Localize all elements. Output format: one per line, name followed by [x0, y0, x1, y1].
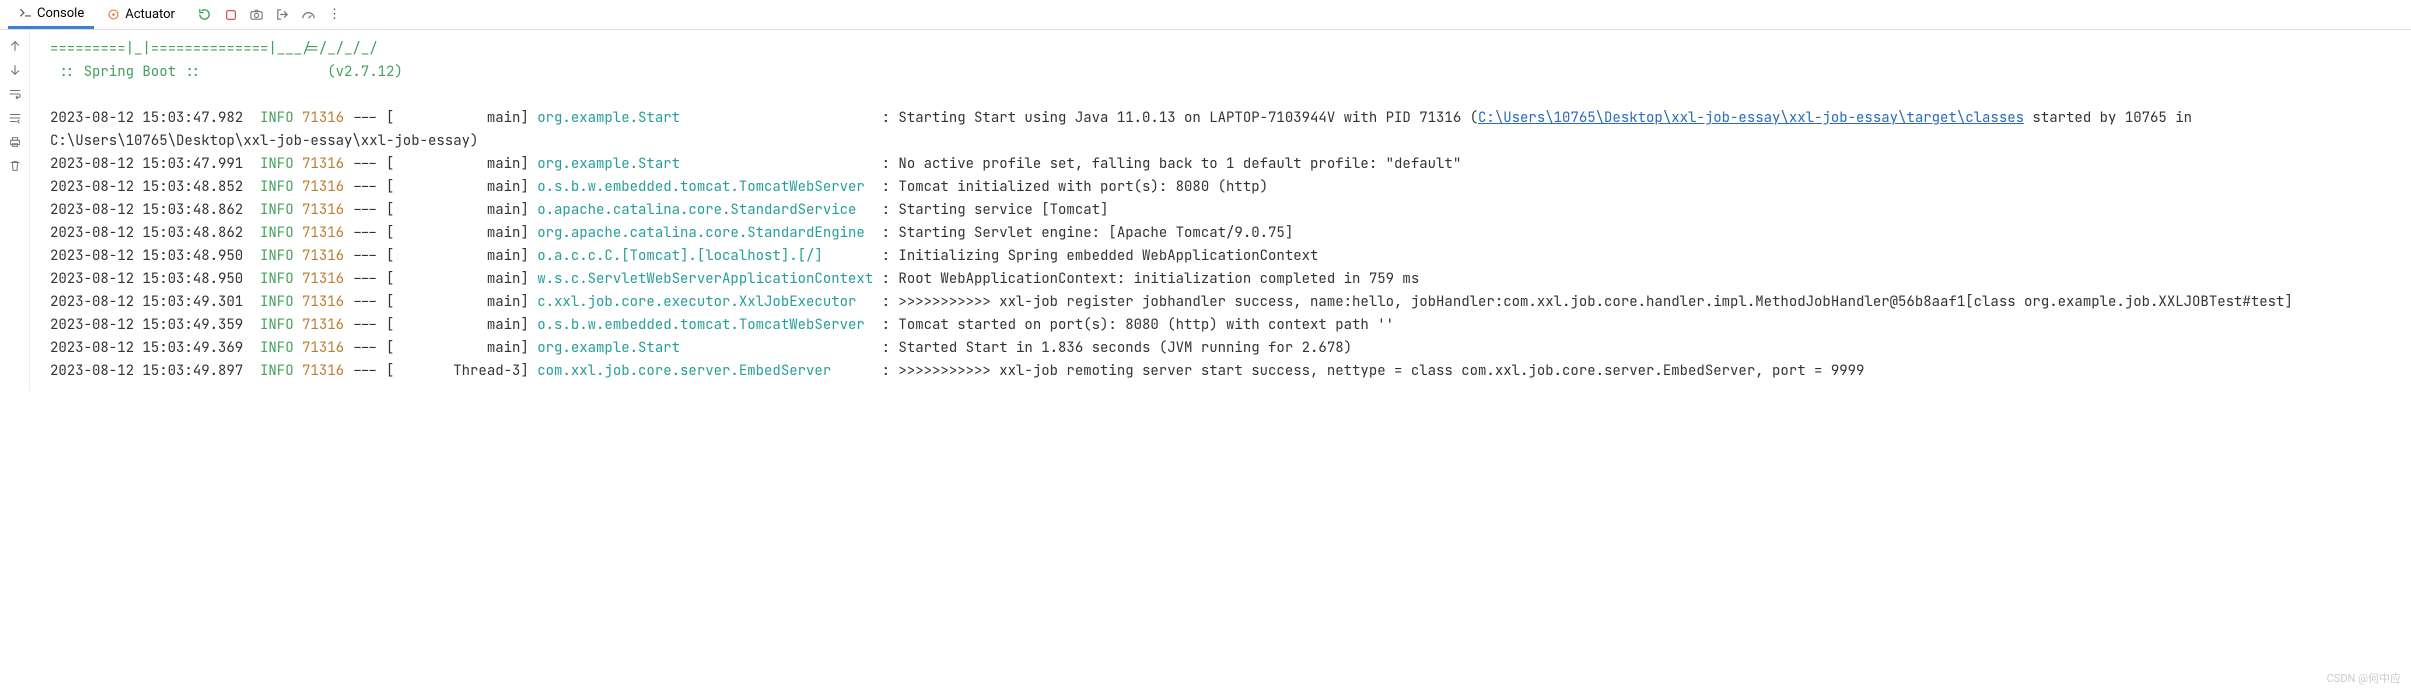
tab-bar: Console Actuator ⋮ — [0, 0, 2411, 30]
tab-console-label: Console — [37, 6, 84, 21]
arrow-down-icon[interactable] — [7, 62, 23, 78]
watermark: CSDN @何中应 — [2327, 670, 2401, 686]
tab-console[interactable]: Console — [8, 0, 94, 29]
rerun-icon[interactable] — [197, 7, 213, 23]
gutter — [0, 30, 30, 391]
more-icon[interactable]: ⋮ — [327, 7, 343, 23]
tab-actuator-label: Actuator — [125, 7, 175, 22]
print-icon[interactable] — [7, 134, 23, 150]
tab-actuator[interactable]: Actuator — [96, 0, 185, 29]
arrow-up-icon[interactable] — [7, 38, 23, 54]
exit-icon[interactable] — [275, 7, 291, 23]
camera-icon[interactable] — [249, 7, 265, 23]
actuator-icon — [106, 8, 120, 22]
console-output[interactable]: =========|_|==============|___/=/_/_/_/ … — [30, 30, 2411, 391]
toolbar: ⋮ — [197, 7, 343, 23]
stop-icon[interactable] — [223, 7, 239, 23]
scroll-to-end-icon[interactable] — [7, 110, 23, 126]
terminal-icon — [18, 6, 32, 20]
soft-wrap-icon[interactable] — [7, 86, 23, 102]
trash-icon[interactable] — [7, 158, 23, 174]
gauge-icon[interactable] — [301, 7, 317, 23]
